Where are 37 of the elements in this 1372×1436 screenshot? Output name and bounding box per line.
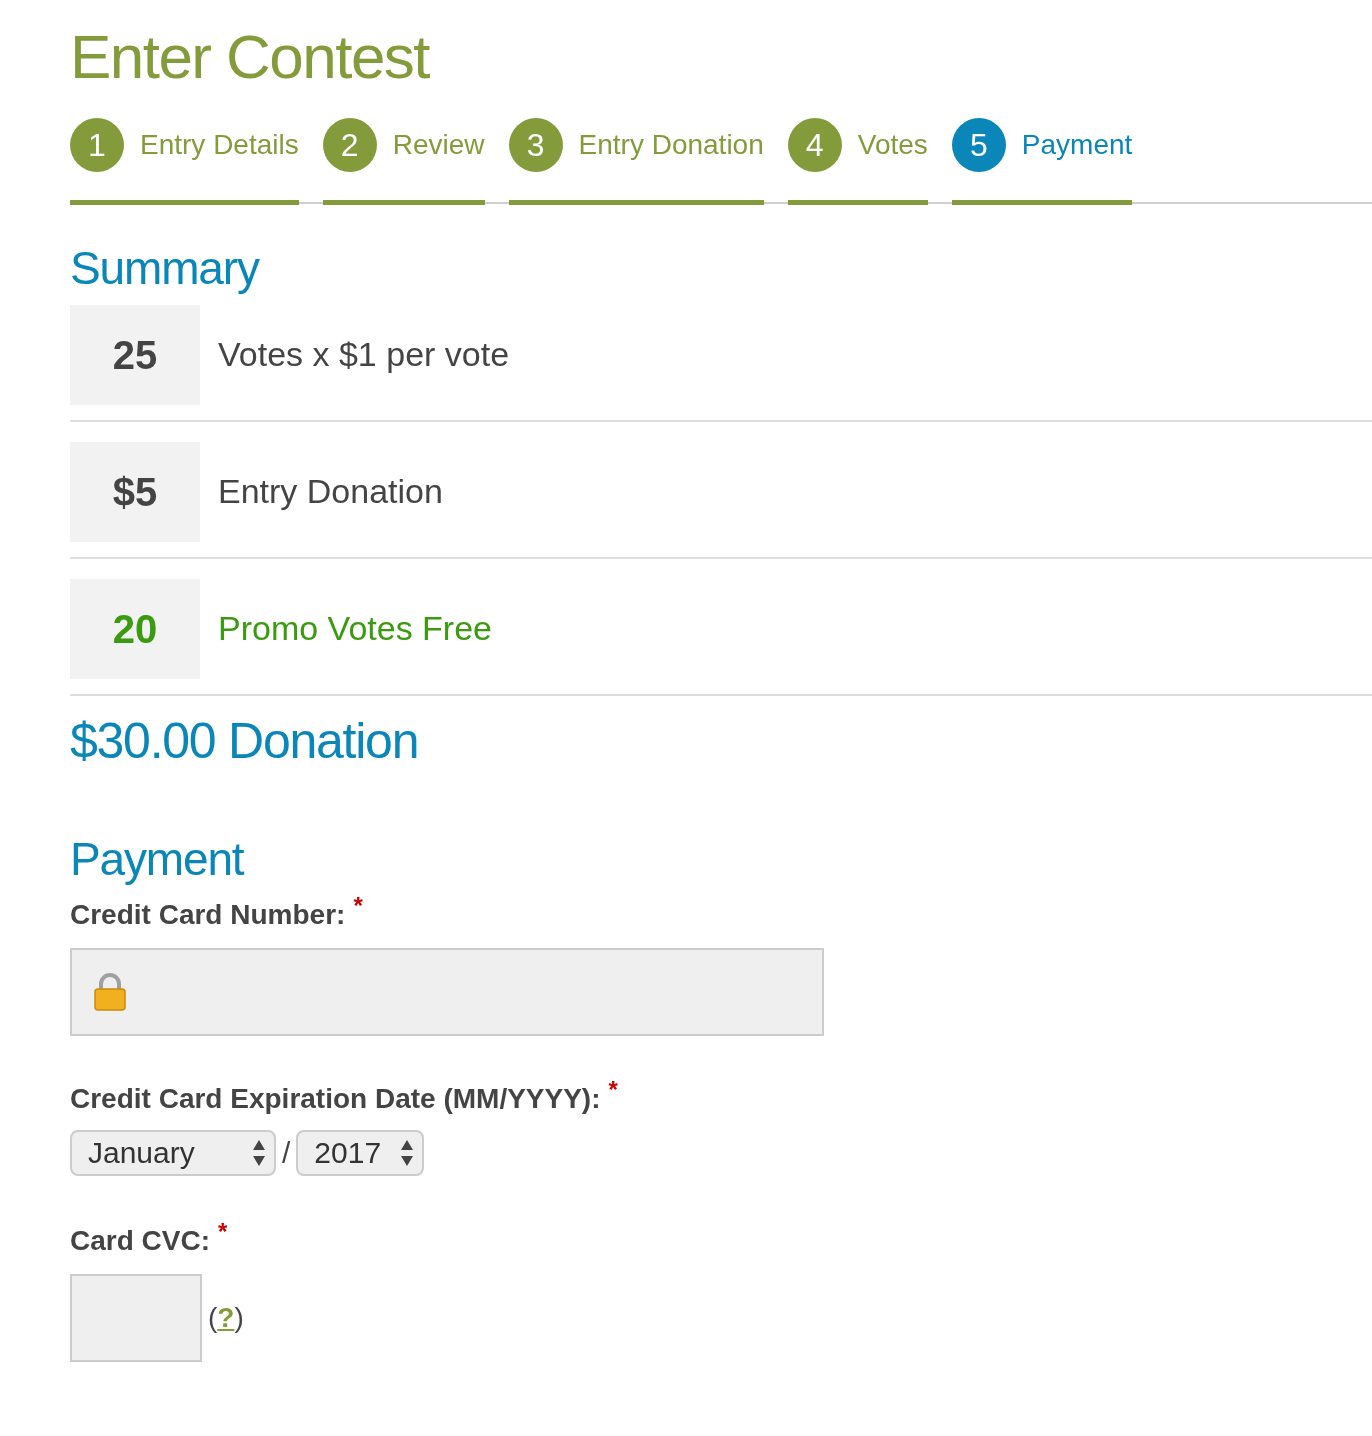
step-number: 2 [322,117,377,172]
field-label: Credit Card Expiration Date (MM/YYYY): [70,1081,601,1116]
step-number: 3 [508,117,563,172]
summary-label: Entry Donation [218,471,443,512]
cvc-field[interactable] [70,1273,202,1362]
step-number: 1 [70,117,124,172]
help-text: (?) [208,1300,244,1335]
help-link[interactable]: ? [217,1301,235,1333]
date-separator: / [282,1135,291,1171]
step-tab[interactable]: 2 Review [322,117,485,205]
step-label: Votes [857,127,928,162]
amount: $5 [70,441,200,542]
step-tab[interactable]: 3 Entry Donation [508,117,764,205]
step-tab[interactable]: 4 Votes [787,117,928,205]
card-number-field[interactable] [70,947,824,1036]
step-number: 5 [951,117,1006,172]
step-tab[interactable]: 1 Entry Details [70,117,299,205]
field-label: Card CVC: [70,1223,210,1258]
required-mark: * [353,893,363,918]
step-tab[interactable]: 5 Payment [951,117,1133,205]
step-label: Payment [1021,127,1133,162]
summary-label: Votes x $1 per vote [218,334,510,375]
summary-label: Promo Votes Free [218,608,492,649]
step-label: Entry Details [140,127,299,162]
amount: 25 [70,304,200,405]
dropdown[interactable]: January [70,1129,276,1176]
amount: 20 [70,578,200,679]
page-title: Enter Contest [70,21,431,93]
field-label: Credit Card Number: [70,897,346,932]
step-label: Review [392,127,485,162]
step-label: Entry Donation [578,127,764,162]
required-mark: * [218,1219,228,1244]
step-number: 4 [787,117,842,172]
required-mark: * [608,1077,618,1102]
padlock-icon [92,971,128,1012]
dropdown[interactable]: 2017 [296,1129,425,1176]
total-donation: $30.00 Donation [70,715,420,766]
